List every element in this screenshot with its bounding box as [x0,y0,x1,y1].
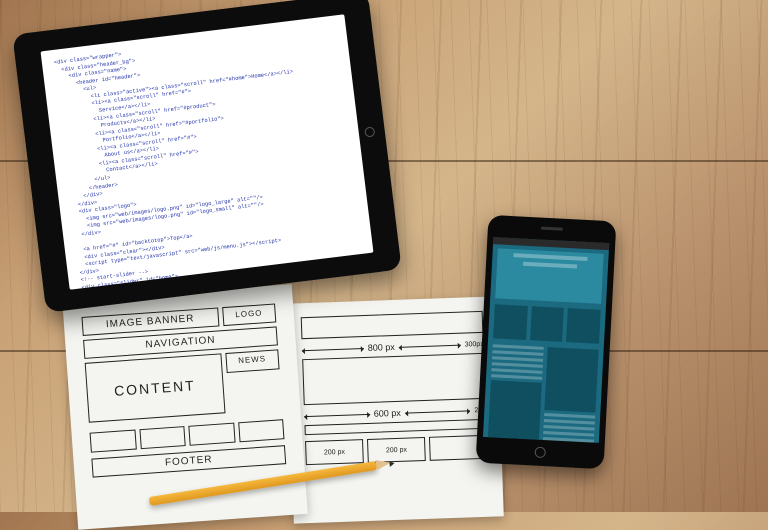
dimension-label: 800 px [368,342,395,353]
pencil-tip-icon [389,460,395,467]
tablet-code-editor: <div class="wrapper"> <div class="header… [41,14,374,290]
mockup-content-split [488,344,599,442]
phone-home-button-icon [534,447,546,459]
mockup-card-row [493,304,601,344]
wireframe-news: NEWS [225,349,280,373]
mockup-hero-section [495,248,603,303]
dimension-label: 600 px [374,408,401,419]
wireframe-sketch-right: 800 px 300px 600 px 250 200 px 200 px [286,296,504,523]
dimension-label: 200 px [386,446,407,454]
tablet-device: <div class="wrapper"> <div class="header… [12,0,401,313]
phone-speaker-icon [541,227,563,231]
dimension-label: 200 px [324,448,345,456]
phone-mockup-screen [483,237,609,443]
smartphone-device [476,215,617,469]
wireframe-logo: LOGO [222,303,277,326]
wireframe-content: CONTENT [85,353,225,422]
tablet-home-button-icon [364,126,375,137]
